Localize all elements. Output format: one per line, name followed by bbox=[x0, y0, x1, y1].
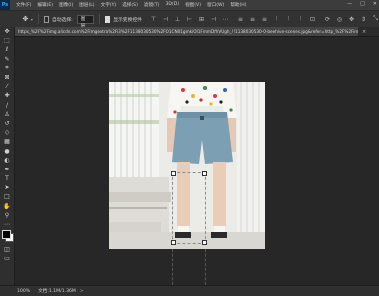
close-tab-icon[interactable]: × bbox=[362, 29, 366, 35]
zoom-level[interactable]: 100% bbox=[17, 289, 30, 294]
move-tool-preset-icon[interactable]: ✥ bbox=[22, 14, 29, 24]
frame-tool-icon[interactable]: ⊠ bbox=[0, 73, 14, 82]
align-left-icon[interactable]: ⊢ bbox=[186, 16, 193, 23]
path-selection-tool-icon[interactable]: ➤ bbox=[0, 183, 14, 192]
auto-select-label: 自动选择: bbox=[51, 17, 73, 23]
menu-type[interactable]: 文字(Y) bbox=[101, 2, 117, 8]
show-transform-checkbox[interactable] bbox=[104, 15, 111, 23]
align-buttons: ⊤ ⊣ ⊥ ⊢ ⊞ ⊣ ⋯ bbox=[150, 16, 229, 23]
healing-brush-tool-icon[interactable]: ✚ bbox=[0, 91, 14, 100]
align-right-icon[interactable]: ⊣ bbox=[210, 16, 217, 23]
quick-mask-icon[interactable]: ◫ bbox=[0, 245, 14, 254]
transform-handle-br[interactable] bbox=[202, 240, 207, 245]
align-center-icon[interactable]: ⊞ bbox=[198, 16, 205, 23]
menu-view[interactable]: 视图(V) bbox=[185, 2, 201, 8]
guide-line bbox=[205, 249, 206, 285]
more-tools-icon[interactable]: ⋯ bbox=[0, 220, 14, 229]
chevron-down-icon[interactable]: ▾ bbox=[31, 17, 33, 22]
gradient-tool-icon[interactable]: ▦ bbox=[0, 137, 14, 146]
3d-mode-buttons: ⟳ ◎ ✥ ⇕ ⤡ bbox=[324, 15, 379, 23]
history-brush-tool-icon[interactable]: ↺ bbox=[0, 119, 14, 128]
tools-panel: ✥ ⬚ ℓ ✎ ⌗ ⊠ ⁄ ✚ / ♙ ↺ ◇ ▦ ● ◐ ✒ T ➤ □ ✋ … bbox=[0, 27, 15, 285]
align-top-icon[interactable]: ⊤ bbox=[150, 16, 157, 23]
eraser-tool-icon[interactable]: ◇ bbox=[0, 128, 14, 137]
menu-window[interactable]: 窗口(W) bbox=[207, 2, 224, 8]
menu-filter[interactable]: 滤镜(T) bbox=[144, 2, 160, 8]
menu-edit[interactable]: 编辑(E) bbox=[37, 2, 53, 8]
options-bar: ✥ ▾ 自动选择: 图层 显示变换控件 ⊤ ⊣ ⊥ ⊢ ⊞ ⊣ ⋯ ≡ ≡ ≡ … bbox=[0, 10, 379, 29]
close-window-button[interactable]: ✕ bbox=[373, 1, 377, 7]
auto-align-icon[interactable]: ⊡ bbox=[309, 16, 316, 23]
show-transform-label: 显示变换控件 bbox=[113, 17, 142, 23]
move-tool-icon[interactable]: ✥ bbox=[0, 27, 14, 36]
transform-bounding-box[interactable] bbox=[171, 171, 207, 245]
document-info: 文档:1.1M/1.36M bbox=[38, 289, 76, 294]
distribute-icon[interactable]: ⋯ bbox=[222, 16, 229, 23]
distribute-left-icon[interactable]: ⦙ bbox=[273, 15, 280, 23]
menu-3d[interactable]: 3D(D) bbox=[165, 2, 179, 8]
distribute-middle-icon[interactable]: ≡ bbox=[249, 16, 256, 23]
menu-layer[interactable]: 图层(L) bbox=[79, 2, 94, 8]
3d-drag-icon[interactable]: ✥ bbox=[348, 16, 355, 23]
align-middle-icon[interactable]: ⊣ bbox=[162, 16, 169, 23]
distribute-top-icon[interactable]: ≡ bbox=[237, 16, 244, 23]
menu-image[interactable]: 图像(I) bbox=[59, 2, 73, 8]
lasso-tool-icon[interactable]: ℓ bbox=[0, 45, 14, 54]
distribute-buttons: ≡ ≡ ≡ ⦙ ⦙ ⦙ ⊡ bbox=[237, 15, 316, 23]
distribute-bottom-icon[interactable]: ≡ bbox=[261, 16, 268, 23]
layer-select-dropdown[interactable]: 图层 bbox=[76, 14, 95, 29]
menu-bar: Ps 文件(F) 编辑(E) 图像(I) 图层(L) 文字(Y) 选择(S) 滤… bbox=[0, 0, 379, 10]
3d-rotate-icon[interactable]: ⟳ bbox=[324, 16, 331, 23]
3d-scale-icon[interactable]: ⤡ bbox=[372, 15, 379, 23]
distribute-center-icon[interactable]: ⦙ bbox=[285, 15, 292, 23]
menu-list: 文件(F) 编辑(E) 图像(I) 图层(L) 文字(Y) 选择(S) 滤镜(T… bbox=[10, 2, 247, 8]
zoom-tool-icon[interactable]: ⚲ bbox=[0, 211, 14, 220]
distribute-right-icon[interactable]: ⦙ bbox=[297, 15, 304, 23]
hand-tool-icon[interactable]: ✋ bbox=[0, 202, 14, 211]
quick-select-tool-icon[interactable]: ✎ bbox=[0, 55, 14, 64]
status-menu-arrow[interactable]: > bbox=[80, 289, 84, 294]
divider bbox=[37, 14, 39, 24]
align-bottom-icon[interactable]: ⊥ bbox=[174, 16, 181, 23]
rectangle-tool-icon[interactable]: □ bbox=[0, 192, 14, 201]
status-bar: 100% 文档:1.1M/1.36M > bbox=[0, 285, 379, 296]
transform-handle-tr[interactable] bbox=[202, 171, 207, 176]
type-tool-icon[interactable]: T bbox=[0, 174, 14, 183]
brush-tool-icon[interactable]: / bbox=[0, 101, 14, 110]
minimize-button[interactable]: — bbox=[347, 1, 352, 7]
document-tab-bar: https_%2F%2Fimg.alicdn.com%2Fimgextra%2F… bbox=[15, 27, 379, 37]
blur-tool-icon[interactable]: ● bbox=[0, 146, 14, 155]
menu-select[interactable]: 选择(S) bbox=[122, 2, 138, 8]
guide-line bbox=[172, 249, 173, 285]
auto-select-checkbox[interactable] bbox=[43, 15, 49, 23]
crop-tool-icon[interactable]: ⌗ bbox=[0, 64, 14, 73]
transform-handle-tl[interactable] bbox=[171, 171, 176, 176]
color-swatches[interactable] bbox=[0, 229, 14, 245]
foreground-color-swatch[interactable] bbox=[2, 230, 11, 240]
pen-tool-icon[interactable]: ✒ bbox=[0, 165, 14, 174]
maximize-button[interactable]: □ bbox=[360, 1, 365, 7]
document-tab-title[interactable]: https_%2F%2Fimg.alicdn.com%2Fimgextra%2F… bbox=[15, 27, 358, 36]
eyedropper-tool-icon[interactable]: ⁄ bbox=[0, 82, 14, 91]
marquee-tool-icon[interactable]: ⬚ bbox=[0, 36, 14, 45]
dodge-tool-icon[interactable]: ◐ bbox=[0, 156, 14, 165]
3d-roll-icon[interactable]: ◎ bbox=[336, 16, 343, 23]
menu-help[interactable]: 帮助(H) bbox=[230, 2, 246, 8]
divider bbox=[99, 14, 100, 24]
3d-slide-icon[interactable]: ⇕ bbox=[360, 16, 367, 23]
menu-file[interactable]: 文件(F) bbox=[16, 2, 31, 8]
transform-handle-bl[interactable] bbox=[171, 240, 176, 245]
clone-stamp-tool-icon[interactable]: ♙ bbox=[0, 110, 14, 119]
window-controls: — □ ✕ bbox=[347, 1, 377, 7]
screen-mode-icon[interactable]: ▭ bbox=[0, 254, 14, 263]
photoshop-logo: Ps bbox=[0, 0, 10, 10]
